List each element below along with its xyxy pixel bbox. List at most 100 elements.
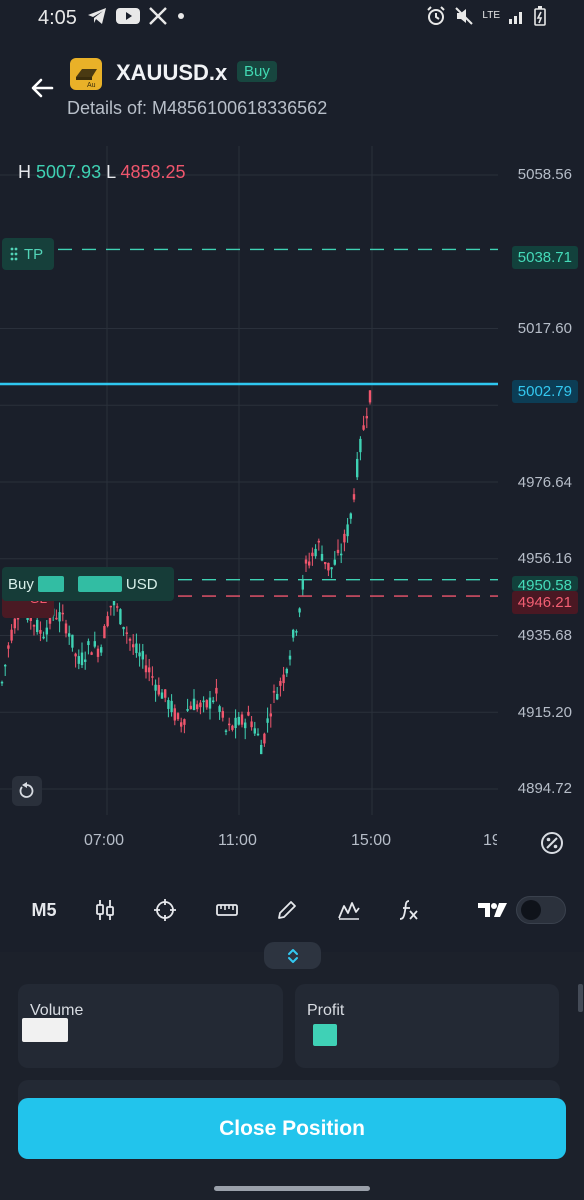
tp-price-tag: 5038.71 bbox=[511, 246, 578, 269]
reset-chart-button[interactable] bbox=[12, 776, 42, 806]
price-axis-label: 4894.72 bbox=[517, 780, 572, 797]
candle-body bbox=[320, 553, 324, 561]
status-time: 4:05 bbox=[38, 7, 77, 29]
candle-body bbox=[128, 638, 132, 641]
candle-body bbox=[202, 700, 205, 703]
candle-body bbox=[247, 711, 250, 716]
status-bar: 4:05 LTE bbox=[0, 0, 584, 38]
gold-bar-logo-icon: Au bbox=[70, 58, 102, 90]
candle-body bbox=[253, 728, 256, 734]
percent-icon[interactable] bbox=[540, 831, 564, 855]
entry-label-suffix: USD bbox=[125, 575, 158, 593]
candle-body bbox=[330, 567, 333, 570]
candle-body bbox=[304, 559, 308, 564]
candle-body bbox=[154, 684, 157, 691]
candle-body bbox=[308, 561, 311, 566]
candle-body bbox=[148, 667, 151, 673]
candle-body bbox=[135, 643, 138, 654]
candle-body bbox=[276, 693, 279, 700]
price-axis-label: 5017.60 bbox=[517, 320, 572, 337]
candle-body bbox=[365, 416, 368, 419]
chevron-up-down-icon bbox=[287, 948, 298, 963]
candle-body bbox=[119, 609, 122, 625]
candle-body bbox=[192, 698, 196, 710]
candle-body bbox=[218, 706, 221, 712]
candle-body bbox=[349, 513, 352, 519]
timeframe-button[interactable]: M5 bbox=[22, 890, 66, 930]
candle-body bbox=[208, 697, 212, 709]
indicators-icon[interactable] bbox=[334, 890, 364, 930]
pencil-icon[interactable] bbox=[272, 890, 302, 930]
candle-body bbox=[45, 627, 48, 635]
candle-body bbox=[212, 700, 215, 703]
candle-body bbox=[231, 725, 234, 730]
candle-body bbox=[90, 652, 93, 655]
status-left-icons bbox=[86, 6, 186, 26]
candle-body bbox=[324, 562, 327, 565]
candle-body bbox=[176, 713, 180, 720]
signal-icon bbox=[509, 12, 522, 24]
candle-body bbox=[157, 685, 160, 695]
candle-body bbox=[116, 606, 119, 608]
candle-body bbox=[269, 713, 272, 717]
panel-expand-button[interactable] bbox=[264, 942, 321, 969]
candle-body bbox=[244, 722, 247, 729]
candle-body bbox=[237, 716, 240, 725]
home-indicator[interactable] bbox=[214, 1186, 370, 1191]
candle-body bbox=[125, 632, 128, 634]
profit-value-redacted bbox=[313, 1024, 337, 1046]
candle-body bbox=[106, 616, 109, 627]
candle-body bbox=[292, 629, 295, 638]
youtube-icon bbox=[116, 8, 140, 24]
candle-body bbox=[58, 612, 61, 622]
tp-drag-handle[interactable]: TP bbox=[2, 238, 54, 270]
candle-body bbox=[132, 644, 135, 648]
candle-body bbox=[279, 680, 282, 686]
candle-body bbox=[173, 708, 176, 721]
candle-body bbox=[141, 651, 144, 660]
candle-body bbox=[84, 659, 87, 662]
candle-body bbox=[138, 652, 141, 657]
candle-body bbox=[362, 425, 365, 430]
candle-body bbox=[346, 524, 349, 537]
back-arrow-icon[interactable] bbox=[28, 74, 56, 102]
close-position-button[interactable]: Close Position bbox=[18, 1098, 566, 1159]
ruler-icon[interactable] bbox=[212, 890, 242, 930]
candles-icon[interactable] bbox=[90, 890, 120, 930]
low-value: 4858.25 bbox=[120, 162, 186, 182]
candle-body bbox=[103, 625, 106, 639]
price-axis-label: 4976.64 bbox=[517, 474, 572, 491]
chart-mode-toggle[interactable] bbox=[516, 896, 566, 924]
candle-body bbox=[32, 625, 36, 627]
volume-value-redacted bbox=[22, 1018, 68, 1042]
candle-body bbox=[228, 723, 231, 726]
candle-body bbox=[122, 626, 125, 630]
candle-body bbox=[183, 719, 186, 725]
candle-body bbox=[13, 618, 16, 629]
candle-body bbox=[109, 605, 112, 608]
price-chart[interactable] bbox=[0, 140, 584, 880]
reset-icon bbox=[19, 782, 34, 798]
candle-body bbox=[186, 709, 189, 711]
sl-price-tag: 4946.21 bbox=[511, 591, 578, 614]
high-value: 5007.93 bbox=[36, 162, 102, 182]
candle-body bbox=[96, 648, 100, 657]
crosshair-icon[interactable] bbox=[150, 890, 180, 930]
candle-body bbox=[55, 617, 58, 620]
fx-icon[interactable] bbox=[394, 890, 424, 930]
panel-scrollbar[interactable] bbox=[578, 984, 583, 1012]
time-axis-label: 19 bbox=[483, 832, 497, 849]
volume-card: Volume bbox=[18, 984, 283, 1068]
entry-order-chip[interactable]: Buy USD bbox=[2, 567, 174, 601]
high-label: H bbox=[18, 162, 31, 182]
candle-body bbox=[199, 702, 202, 708]
candle-body bbox=[333, 559, 336, 565]
time-axis-label: 15:00 bbox=[351, 832, 392, 849]
candle-body bbox=[189, 705, 192, 710]
candle-body bbox=[151, 676, 154, 678]
candle-body bbox=[272, 690, 276, 693]
candle-body bbox=[87, 641, 90, 646]
candle-body bbox=[167, 700, 170, 709]
tradingview-logo-icon bbox=[476, 890, 510, 930]
candle-body bbox=[10, 629, 13, 641]
